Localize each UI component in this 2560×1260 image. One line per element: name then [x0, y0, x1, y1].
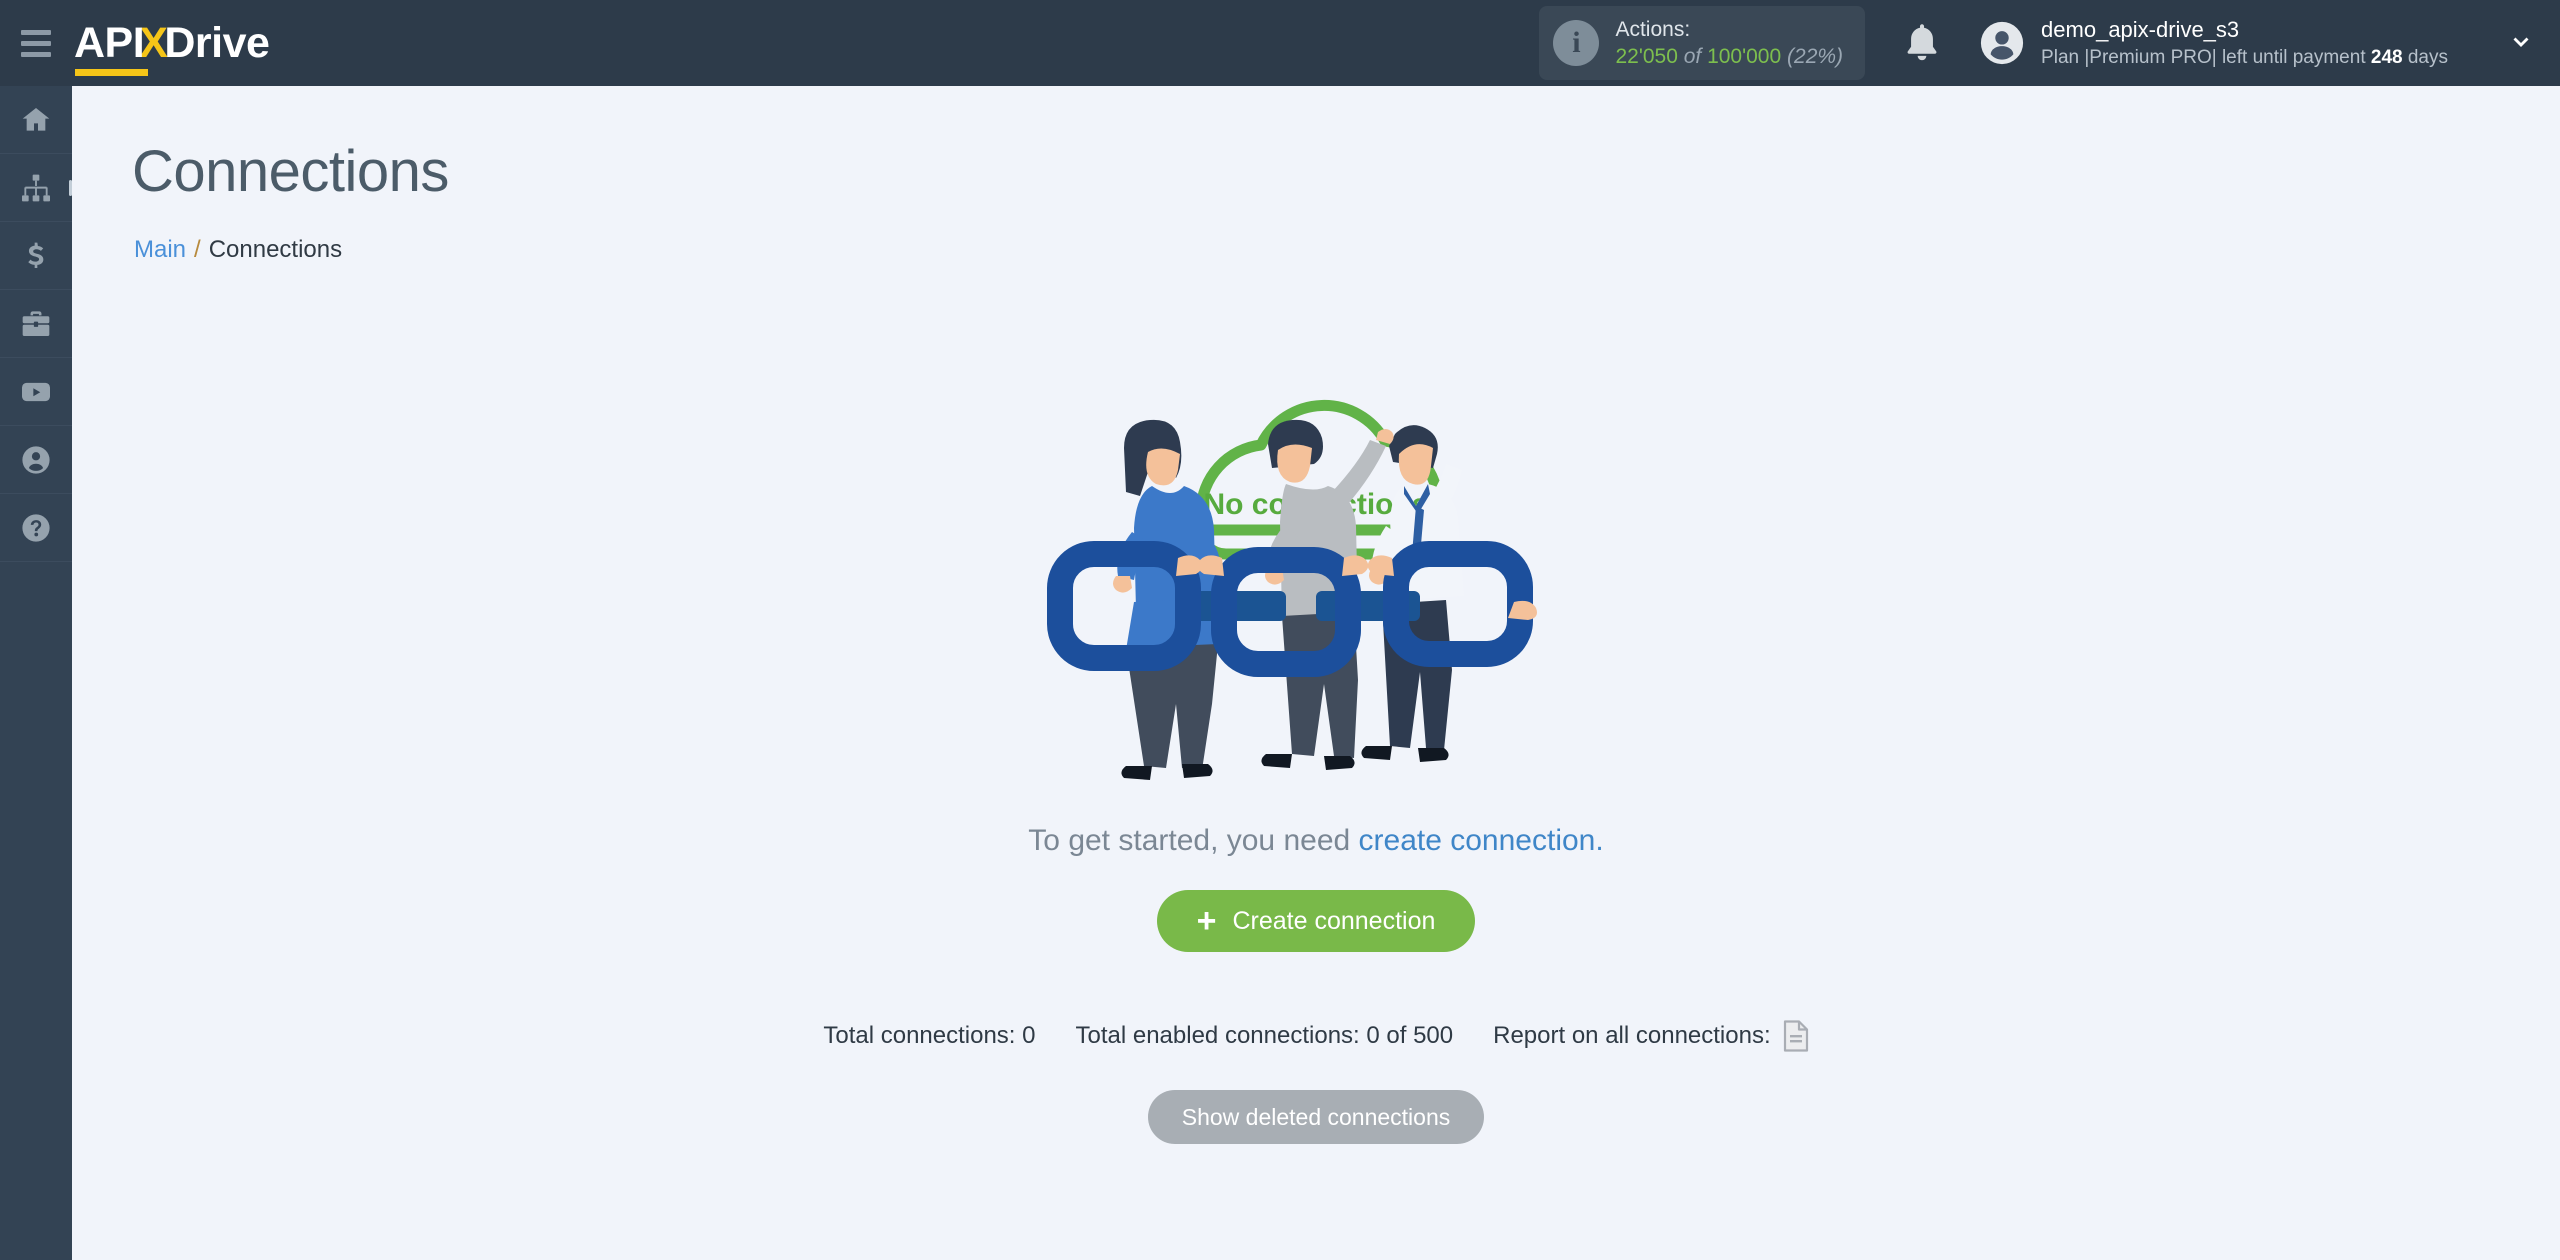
hint-text: To get started, you need	[1028, 824, 1359, 857]
create-connection-button[interactable]: + Create connection	[1156, 890, 1476, 952]
sidebar-item-help[interactable]	[0, 494, 72, 562]
actions-used: 22'050	[1615, 45, 1678, 68]
sidebar-item-connections[interactable]	[0, 154, 72, 222]
home-icon	[22, 107, 50, 131]
connection-stats-row: Total connections: 0 Total enabled conne…	[823, 1020, 1808, 1052]
user-plan-suffix: days	[2402, 47, 2448, 69]
user-info[interactable]: demo_apix-drive_s3 Plan |Premium PRO| le…	[2041, 15, 2448, 70]
hamburger-bar	[21, 40, 51, 46]
app-logo[interactable]: API X Drive	[74, 18, 270, 76]
user-plan-prefix: Plan |Premium PRO| left until payment	[2041, 47, 2371, 69]
report-on-all-connections: Report on all connections:	[1493, 1020, 1809, 1052]
sitemap-icon	[22, 174, 50, 201]
user-circle-icon	[22, 445, 50, 474]
hamburger-bar	[21, 29, 51, 35]
header-right-group: i Actions: 22'050 of 100'000 (22%) demo_…	[1539, 0, 2560, 86]
briefcase-icon	[22, 310, 50, 336]
hamburger-bar	[21, 51, 51, 57]
main-content: Connections Main / Connections No connecti…	[72, 86, 2560, 1260]
question-circle-icon	[22, 513, 50, 542]
logo-text-drive: Drive	[164, 18, 270, 67]
top-header-bar: API X Drive i Actions: 22'050 of 100'000 (…	[0, 0, 2560, 86]
actions-label: Actions:	[1615, 17, 1691, 41]
info-icon: i	[1553, 20, 1600, 66]
actions-values: 22'050 of 100'000 (22%)	[1615, 43, 1843, 70]
sidebar-item-services[interactable]	[0, 290, 72, 358]
sidebar-item-home[interactable]	[0, 86, 72, 154]
plus-icon: +	[1196, 902, 1217, 940]
sidebar-item-billing[interactable]	[0, 222, 72, 290]
user-avatar-icon[interactable]	[1979, 20, 2025, 66]
document-icon[interactable]	[1783, 1020, 1809, 1052]
actions-total: 100'000	[1707, 45, 1782, 68]
user-name: demo_apix-drive_s3	[2041, 17, 2240, 43]
actions-quota-text: Actions: 22'050 of 100'000 (22%)	[1615, 16, 1843, 71]
empty-state-hint: To get started, you need create connecti…	[1028, 824, 1603, 858]
user-plan-days: 248	[2370, 47, 2403, 69]
user-plan-line: Plan |Premium PRO| left until payment 24…	[2041, 45, 2448, 71]
actions-quota-badge[interactable]: i Actions: 22'050 of 100'000 (22%)	[1539, 5, 1866, 81]
no-connections-illustration: No connections	[1047, 399, 1537, 780]
total-enabled-connections-stat: Total enabled connections: 0 of 500	[1075, 1022, 1454, 1049]
actions-percent: (22%)	[1787, 45, 1844, 68]
left-sidebar	[0, 86, 72, 1260]
chevron-down-icon[interactable]	[2506, 28, 2536, 58]
report-label: Report on all connections:	[1493, 1022, 1771, 1049]
breadcrumb-main-link[interactable]: Main	[134, 236, 186, 263]
show-deleted-connections-button[interactable]: Show deleted connections	[1147, 1090, 1485, 1144]
total-connections-stat: Total connections: 0	[823, 1022, 1036, 1049]
breadcrumb-separator: /	[194, 236, 201, 263]
bell-icon[interactable]	[1899, 20, 1945, 66]
app-root: API X Drive i Actions: 22'050 of 100'000 (…	[0, 0, 2560, 1260]
hamburger-icon[interactable]	[0, 0, 72, 86]
dollar-icon	[28, 242, 44, 268]
empty-state: No connections	[72, 336, 2560, 1144]
actions-of: of	[1683, 45, 1702, 68]
create-connection-button-label: Create connection	[1232, 906, 1436, 935]
logo-text-api: API	[74, 18, 149, 76]
breadcrumb: Main / Connections	[134, 236, 342, 264]
sidebar-item-video[interactable]	[0, 358, 72, 426]
page-title: Connections	[132, 139, 449, 204]
sidebar-item-account[interactable]	[0, 426, 72, 494]
create-connection-link[interactable]: create connection.	[1359, 824, 1604, 857]
youtube-icon	[22, 382, 50, 401]
breadcrumb-current: Connections	[208, 236, 343, 263]
